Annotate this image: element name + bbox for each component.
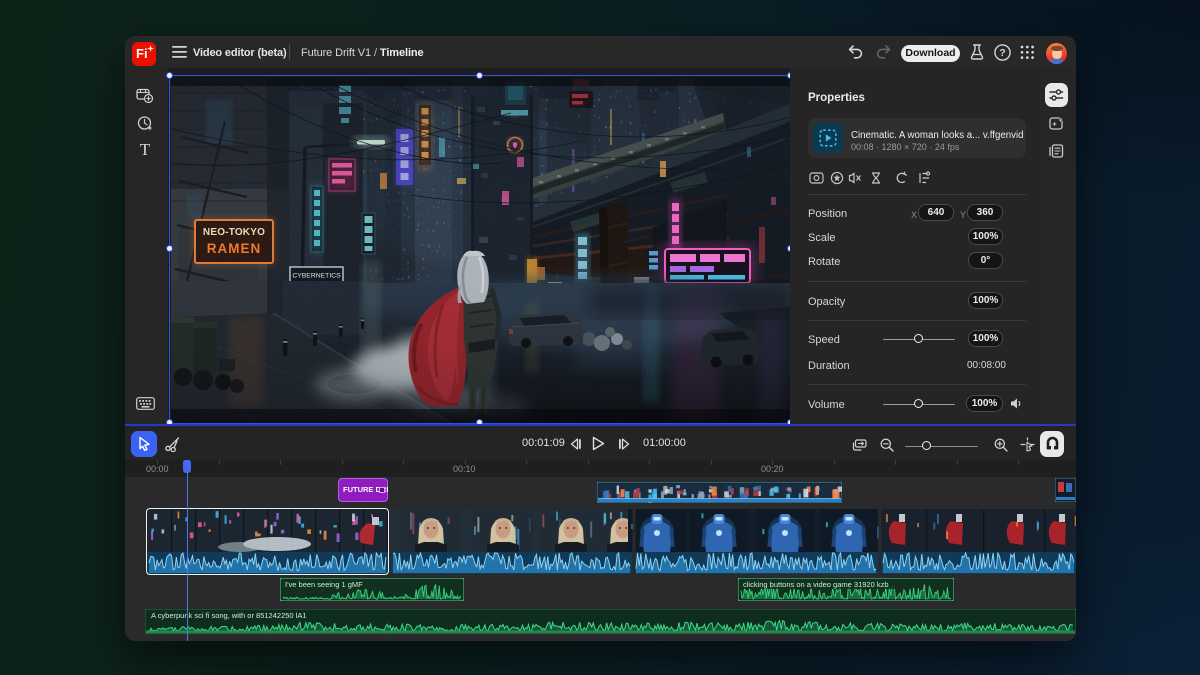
svg-text:I've been seeing 1 gMF: I've been seeing 1 gMF (285, 580, 363, 589)
svg-text:?: ? (999, 47, 1005, 59)
svg-text:A cyberpunk sci fi song, with: A cyberpunk sci fi song, with or 8512422… (151, 611, 307, 620)
svg-text:clicking buttons on a video ga: clicking buttons on a video game 31920 k… (743, 580, 889, 589)
